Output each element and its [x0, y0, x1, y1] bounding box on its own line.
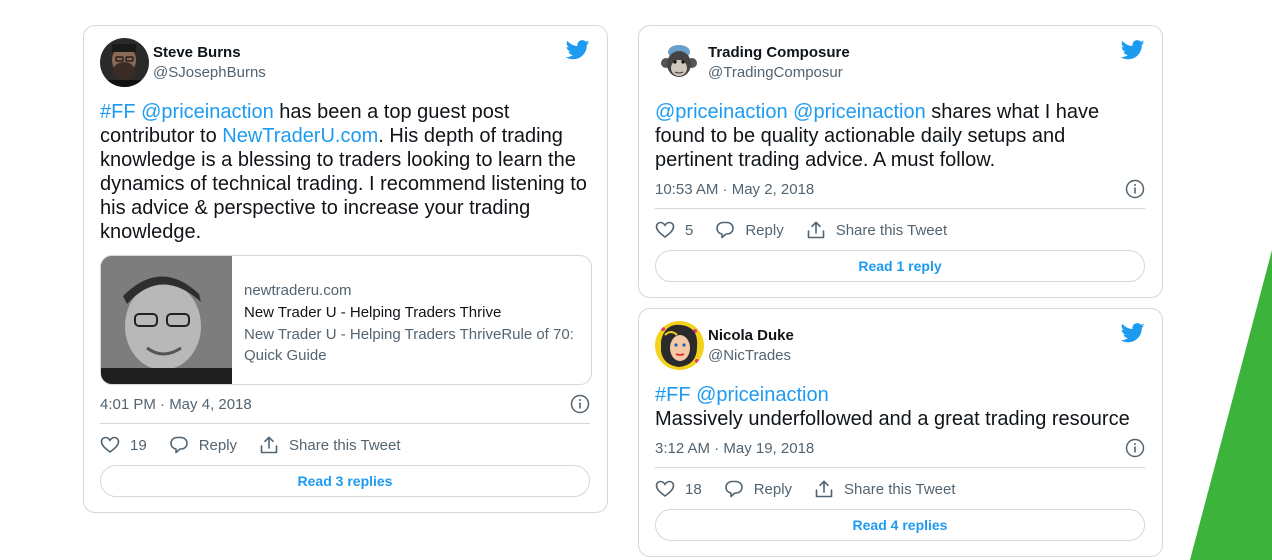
reply-label: Reply [198, 436, 238, 454]
user-handle[interactable]: @SJosephBurns [153, 63, 266, 83]
share-label: Share this Tweet [289, 436, 401, 454]
tweet-actions: 19 Reply Share this Tweet [100, 434, 423, 456]
timestamp-row: 4:01 PM · May 4, 2018 [100, 394, 590, 414]
twitter-bird-icon[interactable] [566, 40, 590, 60]
tweet-actions: 5 Reply Share this Tweet [655, 219, 969, 241]
reply-button[interactable]: Reply [169, 435, 237, 455]
tweet-text: #FF @priceinaction Massively underfollow… [655, 383, 1150, 431]
divider [655, 467, 1145, 468]
share-icon [815, 480, 833, 498]
link-description: New Trader U - Helping Traders ThriveRul… [244, 326, 574, 364]
pop-art-avatar[interactable] [655, 321, 704, 370]
share-button[interactable]: Share this Tweet [814, 479, 956, 499]
tweet-card[interactable]: Trading Composure @TradingComposur @pric… [638, 25, 1163, 298]
tweet-actions: 18 Reply Share this Tweet [655, 478, 978, 500]
share-icon [807, 221, 825, 239]
reply-bubble-icon [724, 480, 743, 498]
tweet-timestamp[interactable]: 10:53 AM · May 2, 2018 [655, 181, 814, 198]
like-button[interactable]: 5 [655, 220, 693, 240]
info-icon[interactable] [1125, 438, 1145, 458]
info-icon[interactable] [1125, 179, 1145, 199]
tweet-header: Nicola Duke @NicTrades [655, 321, 794, 370]
twitter-bird-icon[interactable] [1121, 323, 1145, 343]
hashtag-link[interactable]: #FF [655, 384, 691, 406]
heart-icon [655, 221, 675, 239]
bearded-man-avatar[interactable] [100, 38, 149, 87]
like-button[interactable]: 18 [655, 479, 702, 499]
tweet-text-part: Massively underfollowed and a great trad… [655, 408, 1130, 430]
tweet-text: @priceinaction @priceinaction shares wha… [655, 100, 1125, 172]
tweet-header: Trading Composure @TradingComposur [655, 38, 850, 87]
timestamp-row: 10:53 AM · May 2, 2018 [655, 179, 1145, 199]
tweet-text: #FF @priceinaction has been a top guest … [100, 100, 595, 244]
twitter-bird-icon[interactable] [1121, 40, 1145, 60]
link-title: New Trader U - Helping Traders Thrive [244, 304, 502, 321]
heart-icon [100, 436, 120, 454]
hashtag-link[interactable]: #FF [100, 101, 136, 123]
read-replies-button[interactable]: Read 4 replies [655, 509, 1145, 541]
read-replies-button[interactable]: Read 3 replies [100, 465, 590, 497]
monkey-avatar[interactable] [655, 38, 704, 87]
info-icon[interactable] [570, 394, 590, 414]
link-preview-card[interactable]: newtraderu.com New Trader U - Helping Tr… [100, 255, 592, 385]
tweet-card[interactable]: Steve Burns @SJosephBurns #FF @priceinac… [83, 25, 608, 513]
share-label: Share this Tweet [835, 221, 948, 239]
mention-link[interactable]: @priceinaction [655, 101, 788, 123]
share-label: Share this Tweet [844, 480, 956, 498]
display-name[interactable]: Steve Burns [153, 43, 266, 63]
like-count: 19 [130, 436, 147, 454]
share-icon [260, 436, 278, 454]
mention-link[interactable]: @priceinaction [793, 101, 926, 123]
reply-button[interactable]: Reply [715, 220, 784, 240]
website-link[interactable]: NewTraderU.com [222, 125, 378, 147]
mention-link[interactable]: @priceinaction [696, 384, 829, 406]
tweet-card[interactable]: Nicola Duke @NicTrades #FF @priceinactio… [638, 308, 1163, 557]
divider [100, 423, 590, 424]
reply-bubble-icon [716, 221, 735, 239]
tweet-timestamp[interactable]: 3:12 AM · May 19, 2018 [655, 440, 814, 457]
divider [655, 208, 1145, 209]
link-domain: newtraderu.com [244, 282, 352, 299]
heart-icon [655, 480, 675, 498]
share-button[interactable]: Share this Tweet [259, 435, 401, 455]
share-button[interactable]: Share this Tweet [806, 220, 947, 240]
like-button[interactable]: 19 [100, 435, 147, 455]
read-replies-button[interactable]: Read 1 reply [655, 250, 1145, 282]
timestamp-row: 3:12 AM · May 19, 2018 [655, 438, 1145, 458]
reply-label: Reply [753, 480, 793, 498]
display-name[interactable]: Nicola Duke [708, 326, 794, 346]
reply-bubble-icon [169, 436, 188, 454]
like-count: 18 [685, 480, 702, 498]
mention-link[interactable]: @priceinaction [141, 101, 274, 123]
reply-button[interactable]: Reply [724, 479, 792, 499]
tweet-header: Steve Burns @SJosephBurns [100, 38, 266, 87]
like-count: 5 [685, 221, 694, 239]
tweet-timestamp[interactable]: 4:01 PM · May 4, 2018 [100, 396, 252, 413]
user-handle[interactable]: @NicTrades [708, 346, 794, 366]
display-name[interactable]: Trading Composure [708, 43, 850, 63]
link-preview-image [101, 256, 232, 384]
user-handle[interactable]: @TradingComposur [708, 63, 850, 83]
reply-label: Reply [745, 221, 784, 239]
